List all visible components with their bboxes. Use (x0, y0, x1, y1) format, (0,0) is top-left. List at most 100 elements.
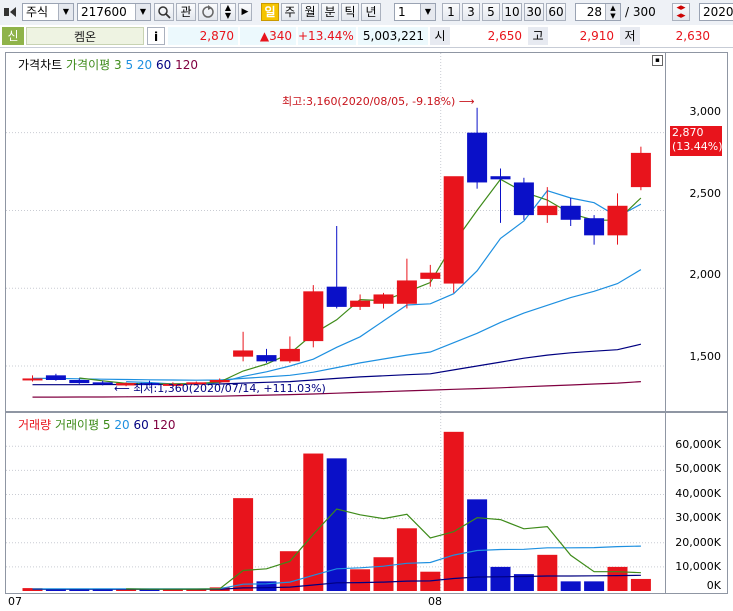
legend-ma60: 60 (156, 58, 172, 72)
price-legend-title: 가격차트 (18, 58, 63, 72)
candle-body (467, 132, 488, 183)
price-tick: 2,500 (689, 187, 722, 200)
trade-volume: 5,003,221 (358, 27, 428, 45)
price-chart-panel[interactable]: 최고:3,160(2020/08/05, -9.18%) ⟶ ⟵ 최저:1,360… (5, 52, 666, 412)
stock-code-value: 217600 (81, 5, 127, 19)
high-label: 고 (528, 27, 548, 45)
price-tick: 2,000 (689, 268, 722, 281)
stock-type-tag: 신 (2, 27, 24, 45)
legend-ma5: 5 (125, 58, 134, 72)
unit-60-button[interactable]: 60 (546, 3, 566, 21)
market-select[interactable]: 주식 ▼ (22, 3, 74, 21)
candle-body (537, 205, 558, 216)
candle-body (396, 280, 417, 304)
more-button[interactable]: ▶ (238, 3, 252, 21)
period-month-button[interactable]: 월 (301, 3, 319, 21)
stock-name: 켐온 (26, 27, 144, 45)
open-label: 시 (430, 27, 450, 45)
open-price: 2,650 (452, 27, 526, 45)
search-button[interactable] (154, 3, 174, 21)
expand-button[interactable]: ◂▸ ◂▸ (672, 3, 690, 21)
candle-body (92, 382, 113, 385)
expand-icon: ◂▸ ◂▸ (676, 3, 686, 21)
date-input-value: 2020/ (703, 5, 733, 19)
candle-body (45, 375, 66, 380)
volume-tick: 20,000K (675, 536, 721, 549)
legend-vma120: 120 (152, 418, 176, 432)
volume-bar (537, 554, 558, 591)
candle-body (256, 355, 277, 362)
legend-vma20: 20 (114, 418, 130, 432)
volume-tick: 40,000K (675, 487, 721, 500)
legend-ma20: 20 (136, 58, 153, 72)
volume-bar (303, 453, 324, 591)
x-tick-label: 08 (428, 595, 442, 608)
unit-select-value: 1 (398, 5, 406, 19)
period-day-button[interactable]: 일 (261, 3, 279, 21)
unit-3-button[interactable]: 3 (462, 3, 480, 21)
high-price: 2,910 (550, 27, 618, 45)
candle-body (420, 272, 441, 279)
price-tick: 3,000 (689, 105, 722, 118)
unit-1-button[interactable]: 1 (442, 3, 460, 21)
volume-tick: 0K (706, 579, 721, 592)
bar-count-input[interactable]: 28 ▲ ▼ (575, 3, 621, 21)
candle-body (326, 286, 347, 307)
candle-body (513, 182, 534, 216)
volume-bar (630, 578, 651, 591)
volume-legend-title: 거래량 (18, 418, 52, 432)
chart-toolbar: 주식 ▼ 217600 ▼ 관 ▲ ▼ ▶ 일 주 월 분 틱 년 1 ▼ 1 3… (0, 0, 733, 26)
chevron-down-icon: ▼ (58, 4, 73, 20)
date-input[interactable]: 2020/ (699, 3, 733, 21)
legend-vma60: 60 (133, 418, 149, 432)
volume-chart (6, 413, 665, 593)
unit-30-button[interactable]: 30 (524, 3, 544, 21)
candle-body (607, 205, 628, 236)
current-price: 2,870 (168, 27, 238, 45)
panel-settings-icon[interactable]: ▪ (652, 55, 663, 66)
change-rate: +13.44% (298, 27, 356, 45)
current-rate-label: (13.44%) (672, 140, 723, 153)
unit-select[interactable]: 1 ▼ (394, 3, 436, 21)
volume-bar (490, 566, 511, 591)
legend-ma120: 120 (175, 58, 199, 72)
search-icon (158, 6, 171, 19)
legend-vma5: 거래이평 5 (54, 418, 111, 432)
chevron-down-icon: ▼ (224, 11, 232, 20)
volume-bar (233, 498, 254, 591)
period-year-button[interactable]: 년 (361, 3, 381, 21)
watchlist-button[interactable]: 관 (176, 3, 196, 21)
candle-body (22, 378, 43, 381)
stock-info-button[interactable]: i (147, 27, 165, 45)
x-tick-label: 07 (8, 595, 22, 608)
panel-toggle-icon[interactable] (4, 5, 20, 19)
candle-body (303, 291, 324, 342)
stock-code-input[interactable]: 217600 ▼ (77, 3, 151, 21)
price-tick: 1,500 (689, 350, 722, 363)
stepper-button[interactable]: ▲ ▼ (220, 3, 236, 21)
unit-5-button[interactable]: 5 (482, 3, 500, 21)
volume-bar (443, 431, 464, 591)
candle-body (279, 348, 300, 362)
unit-10-button[interactable]: 10 (502, 3, 522, 21)
volume-tick: 10,000K (675, 560, 721, 573)
price-legend: 가격차트 가격이평 3 5 20 60 120 (18, 56, 198, 73)
candle-body (630, 152, 651, 188)
ma60-line (32, 343, 642, 386)
volume-legend: 거래량 거래이평 5 20 60 120 (18, 416, 176, 433)
volume-bar (373, 557, 394, 591)
volume-bar (560, 581, 581, 591)
period-week-button[interactable]: 주 (281, 3, 299, 21)
volume-bar (584, 581, 605, 591)
x-axis: 07 08 (5, 594, 728, 611)
period-minute-button[interactable]: 분 (321, 3, 339, 21)
high-annotation: 최고:3,160(2020/08/05, -9.18%) ⟶ (282, 95, 475, 108)
period-tick-button[interactable]: 틱 (341, 3, 359, 21)
bar-count-total: / 300 (625, 5, 656, 19)
sync-button[interactable] (198, 3, 218, 21)
candle-body (443, 176, 464, 284)
volume-chart-panel[interactable]: 거래량 거래이평 5 20 60 120 (5, 412, 666, 594)
volume-axis: 60,000K 50,000K 40,000K 30,000K 20,000K … (666, 412, 728, 594)
sync-icon (202, 5, 214, 18)
volume-bar (607, 566, 628, 591)
